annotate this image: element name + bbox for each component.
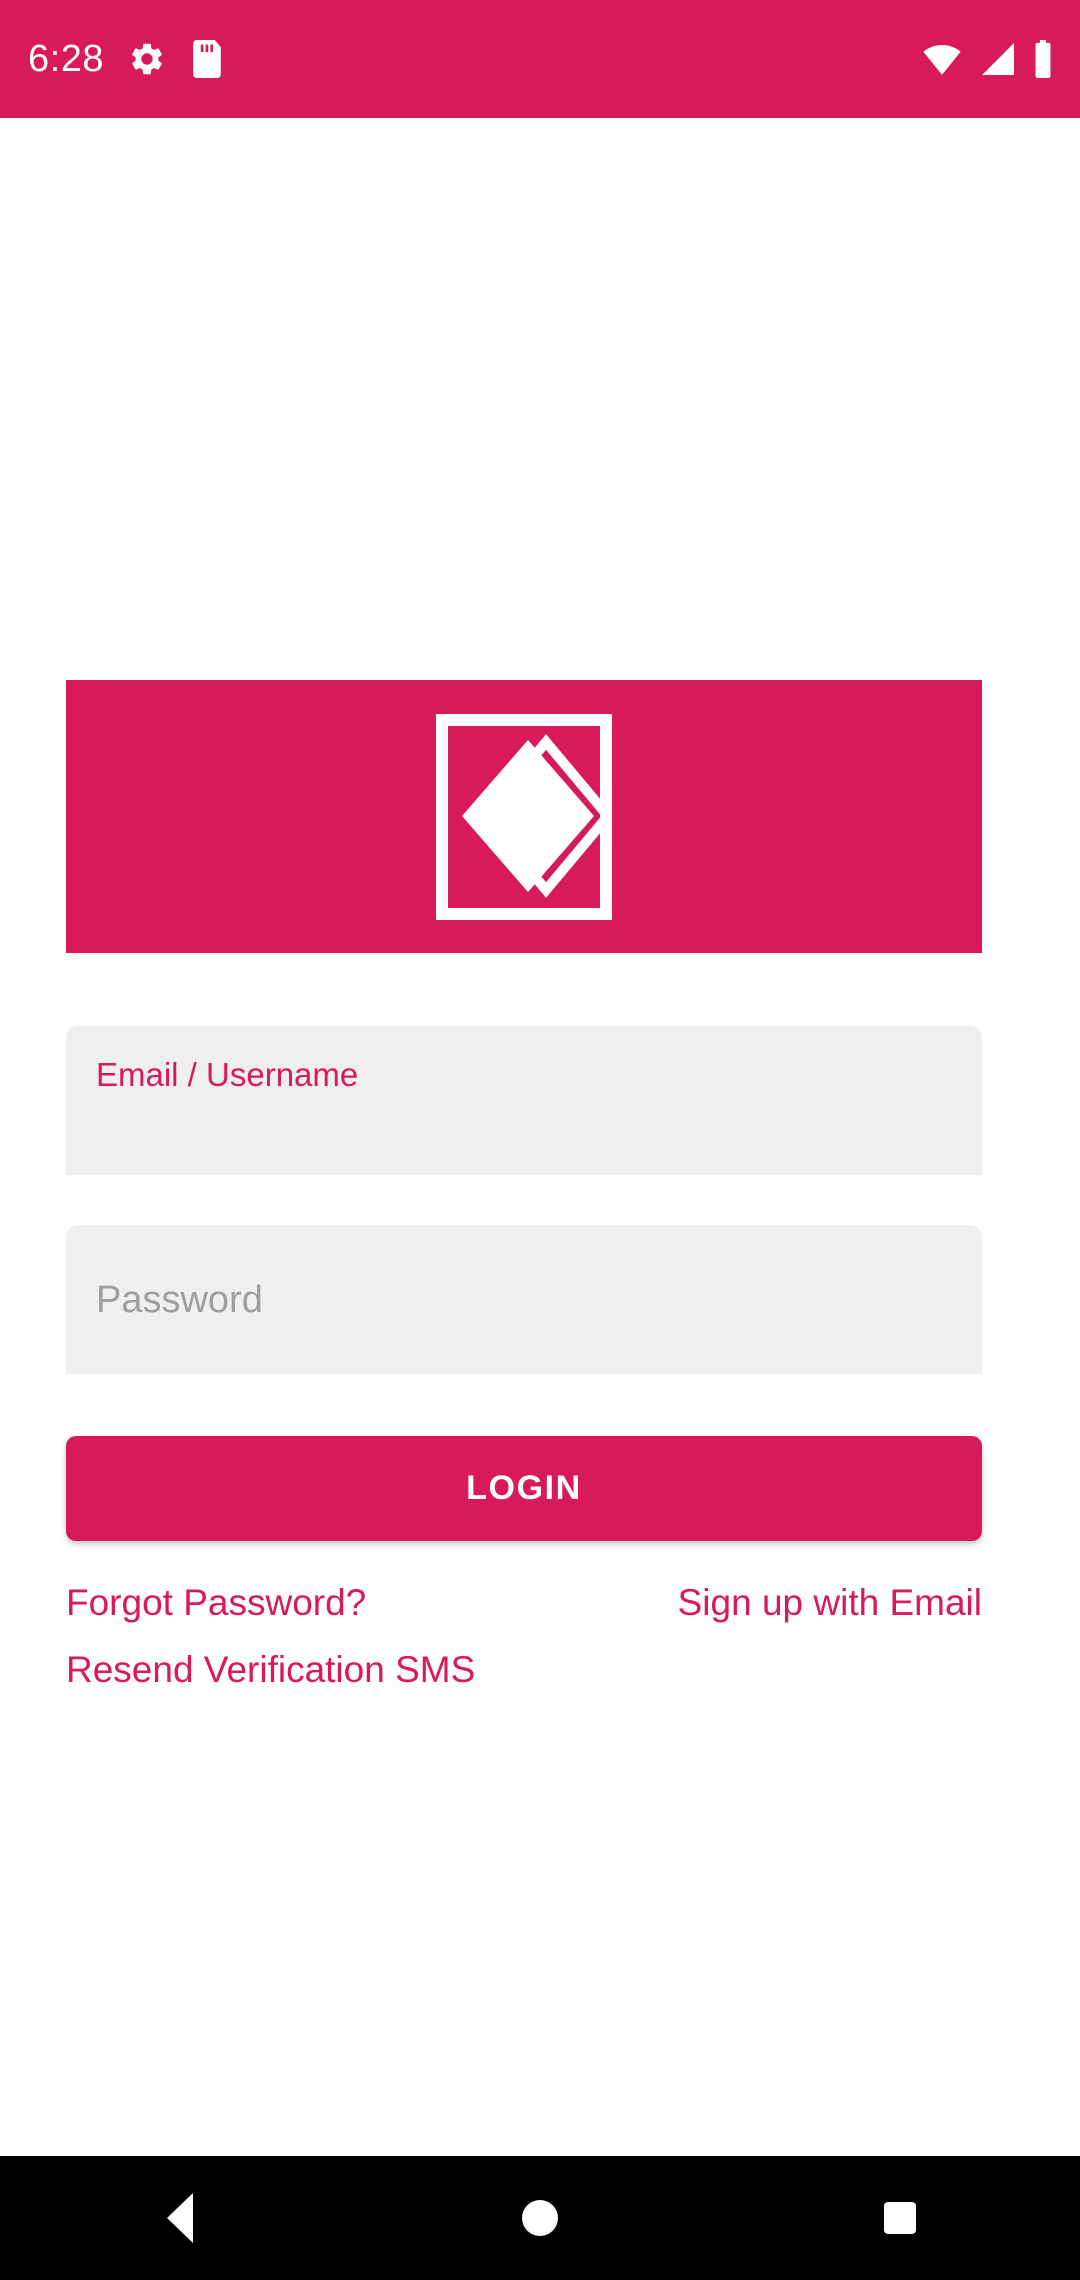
- email-username-label: Email / Username: [96, 1056, 359, 1093]
- nav-recents-button[interactable]: [825, 2156, 975, 2280]
- nav-home-button[interactable]: [465, 2156, 615, 2280]
- email-username-field[interactable]: Email / Username: [66, 1026, 982, 1175]
- app-logo-banner: [66, 680, 982, 953]
- resend-verification-sms-link[interactable]: Resend Verification SMS: [66, 1649, 475, 1690]
- login-button[interactable]: LOGIN: [66, 1436, 982, 1541]
- password-field[interactable]: Password: [66, 1225, 982, 1374]
- login-form: Email / Username Password LOGIN Forgot P…: [0, 680, 1080, 1688]
- back-triangle-icon: [167, 2193, 193, 2243]
- password-placeholder: Password: [96, 1278, 263, 1321]
- nav-back-button[interactable]: [105, 2156, 255, 2280]
- home-circle-icon: [522, 2200, 558, 2236]
- status-bar-right: [922, 40, 1054, 78]
- battery-full-icon: [1032, 40, 1054, 78]
- wifi-icon: [922, 42, 962, 76]
- app-logo-icon: [436, 713, 612, 920]
- login-screen: 6:28 Email / Username Password LOGIN For…: [0, 0, 1080, 2280]
- settings-gear-icon: [128, 40, 166, 78]
- links-row-secondary: Resend Verification SMS: [66, 1651, 982, 1688]
- login-content: Email / Username Password LOGIN Forgot P…: [0, 118, 1080, 2156]
- links-row-primary: Forgot Password? Sign up with Email: [66, 1584, 982, 1621]
- status-bar-left: 6:28: [28, 40, 224, 78]
- status-bar: 6:28: [0, 0, 1080, 118]
- sign-up-with-email-link[interactable]: Sign up with Email: [678, 1584, 982, 1621]
- recents-square-icon: [884, 2202, 916, 2234]
- android-navigation-bar: [0, 2156, 1080, 2280]
- status-bar-clock: 6:28: [28, 38, 104, 80]
- cellular-signal-icon: [978, 42, 1016, 76]
- forgot-password-link[interactable]: Forgot Password?: [66, 1584, 366, 1621]
- sd-card-icon: [190, 40, 224, 78]
